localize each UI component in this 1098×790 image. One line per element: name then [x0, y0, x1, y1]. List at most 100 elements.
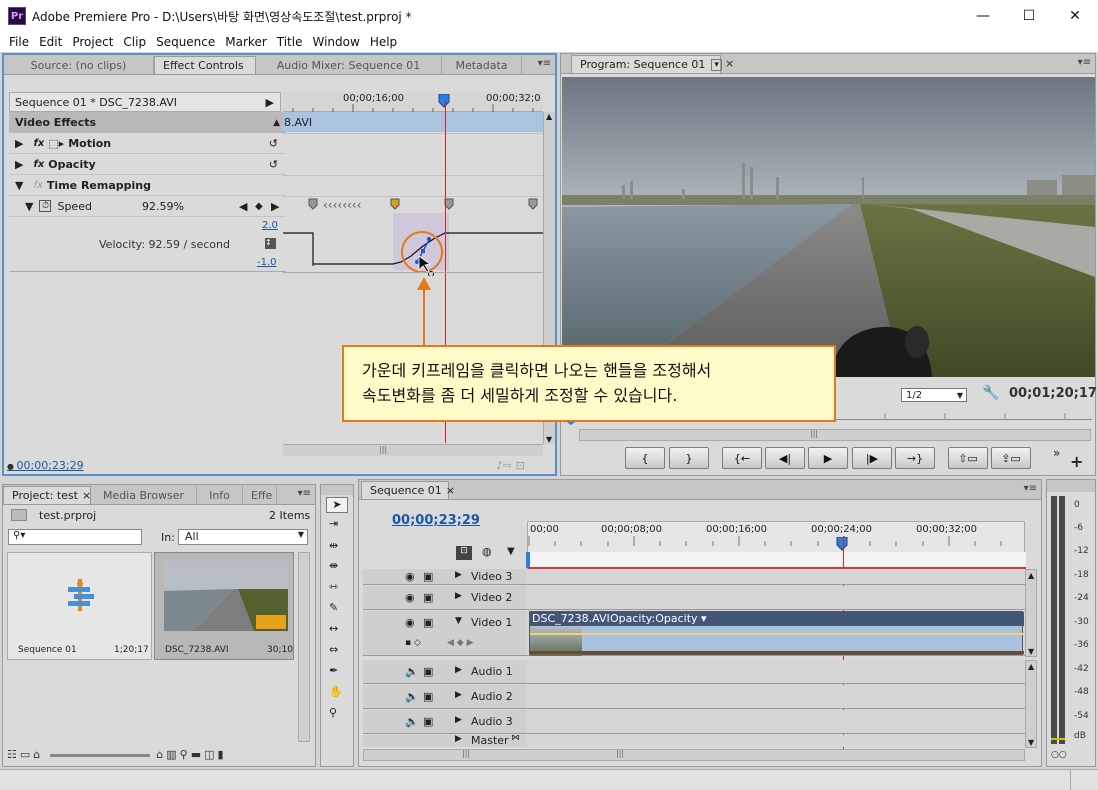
rate-stretch-tool-icon[interactable]: ⇿: [329, 580, 338, 593]
play-clip-icon[interactable]: ▶: [266, 96, 274, 109]
speaker-icon[interactable]: 🔈: [405, 690, 419, 703]
panel-menu-icon[interactable]: ▾≡: [538, 58, 551, 69]
selection-tool-icon[interactable]: ➤: [326, 497, 348, 513]
video-tracks-scrollbar[interactable]: ▲ ▼: [1025, 569, 1037, 657]
reset-icon[interactable]: ↺: [269, 158, 278, 171]
master-link-icon[interactable]: ⋈: [511, 735, 520, 743]
scroll-up-icon[interactable]: ▲: [546, 112, 552, 121]
mark-in-button[interactable]: {: [625, 447, 665, 469]
bin-item-sequence[interactable]: Sequence 01 1;20;17: [7, 552, 152, 660]
hand-tool-icon[interactable]: ✋: [329, 685, 343, 698]
tab-effects[interactable]: Effe: [243, 486, 277, 504]
timeline-horizontal-scrollbar[interactable]: ||| |||: [363, 749, 1025, 761]
expand-icon[interactable]: ▶: [455, 735, 462, 744]
work-area-start-icon[interactable]: [526, 552, 530, 568]
work-area-bar[interactable]: [528, 552, 1026, 568]
track-header-audio-1[interactable]: 🔈 ▣ ▶ Audio 1: [363, 660, 527, 684]
velocity-handle-icon[interactable]: ↕: [265, 238, 276, 249]
go-to-out-button[interactable]: →}: [895, 447, 935, 469]
maximize-icon[interactable]: ☐: [1006, 0, 1052, 32]
track-content-audio-3[interactable]: [527, 710, 1025, 734]
expand-icon[interactable]: ▶: [15, 158, 23, 171]
tab-project[interactable]: Project: test ×: [3, 486, 91, 504]
ec-time-ruler[interactable]: 00;00;16;00 00;00;32;0: [283, 92, 543, 112]
track-content-video-1[interactable]: DSC_7238.AVI Opacity:Opacity ▾: [527, 611, 1025, 656]
icon-view-icon[interactable]: ▭: [20, 748, 33, 761]
project-search-input[interactable]: ⚲▾: [8, 529, 142, 545]
track-header-audio-2[interactable]: 🔈 ▣ ▶ Audio 2: [363, 685, 527, 709]
menu-clip[interactable]: Clip: [123, 35, 146, 49]
scroll-down-icon[interactable]: ▼: [546, 435, 552, 444]
reset-icon[interactable]: ↺: [269, 137, 278, 150]
speed-keyframe-graph[interactable]: ‹‹‹‹‹‹‹‹: [283, 196, 543, 276]
expand-open-icon[interactable]: ▼: [25, 200, 33, 213]
track-header-master[interactable]: ▶ Master ⋈: [363, 735, 527, 747]
dropdown-icon[interactable]: ▾: [711, 58, 722, 71]
zoom-in-icon[interactable]: ⌂: [156, 748, 166, 761]
menu-file[interactable]: File: [9, 35, 29, 49]
track-content-audio-2[interactable]: [527, 685, 1025, 709]
clip-fx-selector[interactable]: Opacity:Opacity ▾: [610, 612, 707, 625]
playhead-marker-icon[interactable]: [836, 537, 848, 551]
menu-title[interactable]: Title: [277, 35, 303, 49]
expand-icon[interactable]: ▶: [455, 570, 462, 580]
scroll-down-icon[interactable]: ▼: [1028, 647, 1034, 656]
close-tab-icon[interactable]: ×: [725, 57, 734, 70]
snap-icon[interactable]: ⊡: [456, 546, 472, 560]
step-back-button[interactable]: ◀|: [765, 447, 805, 469]
extract-button[interactable]: ⇪▭: [991, 447, 1031, 469]
bin-item-clip[interactable]: DSC_7238.AVI 30;10: [154, 552, 294, 660]
timeline-ruler[interactable]: 00;00 00;00;08;00 00;00;16;00 00;00;24;0…: [526, 521, 1026, 570]
step-forward-button[interactable]: |▶: [852, 447, 892, 469]
slide-tool-icon[interactable]: ⇔: [329, 643, 338, 656]
tab-effect-controls[interactable]: Effect Controls: [154, 56, 256, 74]
track-content-master[interactable]: [527, 735, 1025, 747]
timeline-timecode[interactable]: 00;00;23;29: [392, 513, 480, 528]
clip-selector[interactable]: Sequence 01 * DSC_7238.AVI ▶: [9, 92, 281, 112]
new-item-icon[interactable]: ◫: [204, 748, 217, 761]
ec-bottom-icons[interactable]: ♪⇨ ⊡: [496, 459, 525, 472]
playhead-marker-icon[interactable]: [438, 94, 450, 108]
effect-row-motion[interactable]: ▶ fx ⬚▸ Motion ↺: [9, 133, 286, 154]
lock-track-icon[interactable]: ▣: [423, 715, 433, 728]
project-scrollbar[interactable]: [298, 552, 310, 742]
menu-window[interactable]: Window: [312, 35, 359, 49]
menu-edit[interactable]: Edit: [39, 35, 62, 49]
tab-info[interactable]: Info: [197, 486, 243, 504]
keyframe-nav-icon[interactable]: ◀ ◆ ▶: [447, 638, 474, 648]
ripple-edit-tool-icon[interactable]: ⇹: [329, 539, 338, 552]
collapse-icon[interactable]: ▲: [273, 118, 280, 128]
add-marker-icon[interactable]: ▼: [507, 546, 515, 557]
panel-menu-icon[interactable]: ▾≡: [298, 488, 311, 499]
scroll-down-icon[interactable]: ▼: [1028, 738, 1034, 747]
ec-horizontal-scrollbar[interactable]: |||: [283, 444, 543, 456]
close-icon[interactable]: ✕: [1052, 0, 1098, 32]
eye-icon[interactable]: ◉: [405, 570, 415, 583]
project-toolbar[interactable]: ☷▭⌂ ⌂▥⚲▬◫▮: [7, 748, 227, 761]
close-tab-icon[interactable]: ×: [82, 489, 91, 502]
eye-icon[interactable]: ◉: [405, 591, 415, 604]
panel-menu-icon[interactable]: ▾≡: [1024, 483, 1037, 494]
thumb-size-slider[interactable]: [49, 753, 150, 757]
tab-metadata[interactable]: Metadata: [442, 56, 522, 74]
tab-program[interactable]: Program: Sequence 01 ▾: [571, 55, 722, 73]
stopwatch-icon[interactable]: ⏱: [39, 200, 52, 212]
expand-icon[interactable]: ▶: [455, 690, 462, 700]
scroll-grip-icon[interactable]: |||: [616, 749, 624, 758]
next-keyframe-icon[interactable]: ▶: [271, 200, 279, 213]
scroll-up-icon[interactable]: ▲: [1028, 662, 1034, 671]
display-style-icon[interactable]: ▪ ◇: [405, 638, 421, 648]
tab-sequence[interactable]: Sequence 01 ×: [361, 481, 455, 499]
program-video-frame[interactable]: [562, 77, 1095, 377]
find-icon[interactable]: ⚲: [180, 748, 191, 761]
scroll-grip-icon[interactable]: |||: [379, 445, 387, 454]
panel-menu-icon[interactable]: ▾≡: [1078, 57, 1091, 68]
timeline-clip[interactable]: DSC_7238.AVI Opacity:Opacity ▾: [529, 611, 1024, 656]
expand-icon[interactable]: ▶: [455, 715, 462, 725]
audio-tracks-scrollbar[interactable]: ▲ ▼: [1025, 660, 1037, 748]
wrench-icon[interactable]: 🔧: [982, 385, 999, 401]
pen-tool-icon[interactable]: ✒: [329, 664, 338, 677]
track-header-audio-3[interactable]: 🔈 ▣ ▶ Audio 3: [363, 710, 527, 734]
ec-timecode[interactable]: ● 00;00;23;29: [7, 459, 84, 472]
ec-clip-bar[interactable]: 8.AVI: [283, 112, 543, 132]
